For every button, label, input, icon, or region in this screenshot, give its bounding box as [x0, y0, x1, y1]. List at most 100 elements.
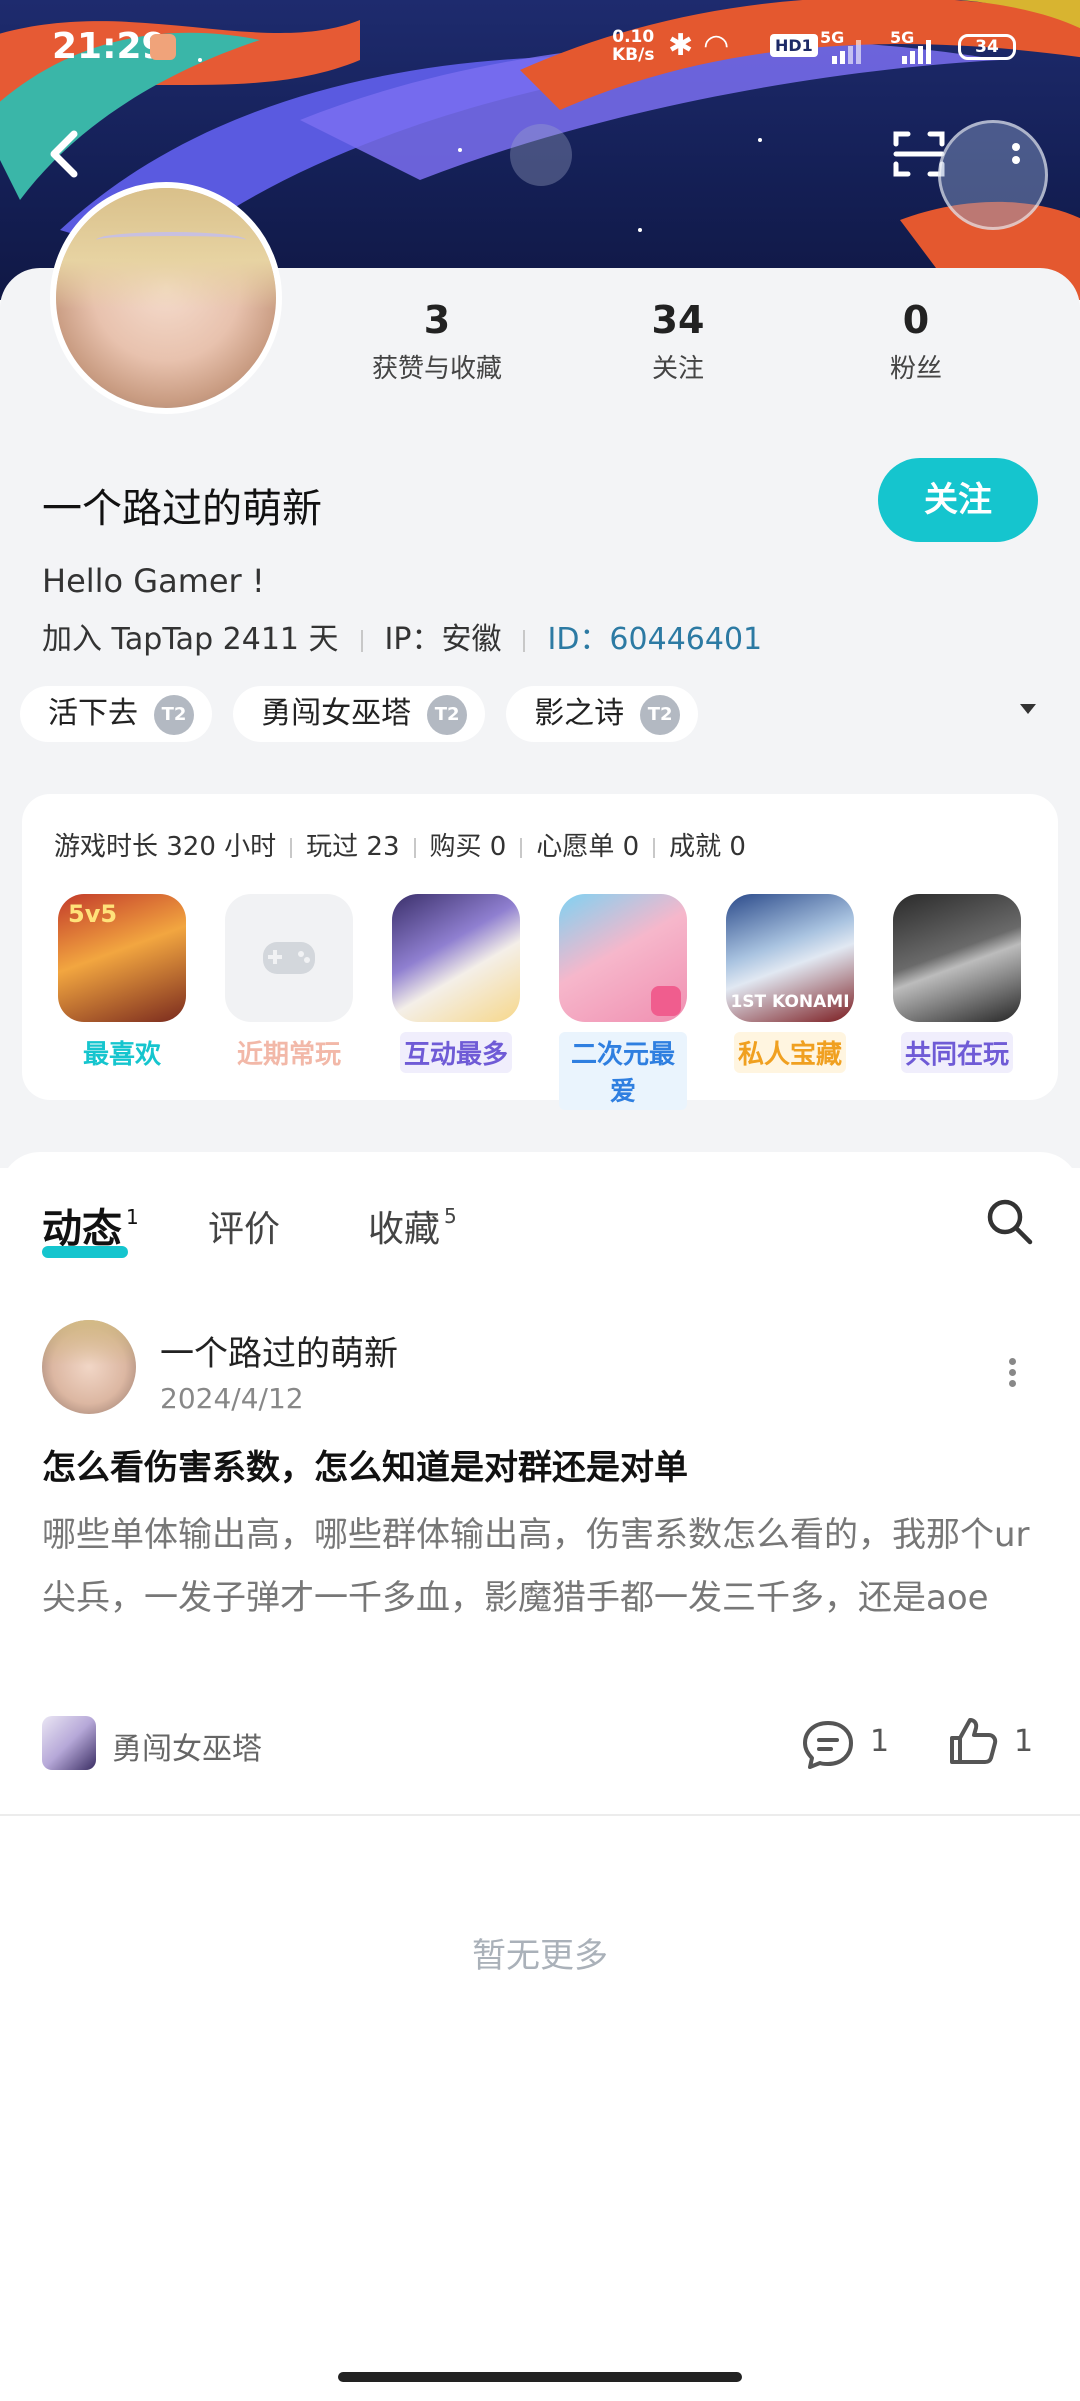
stat-followers-value: 0 [902, 298, 930, 342]
game-icon: 1ST KONAMI [726, 894, 854, 1022]
tab-posts-count: 1 [126, 1205, 139, 1229]
comment-icon [803, 1721, 853, 1769]
join-days: 加入 TapTap 2411 天 [42, 622, 339, 657]
no-more-label: 暂无更多 [472, 1936, 608, 1976]
game-label: 共同在玩 [900, 1032, 1013, 1073]
more-dot [1012, 156, 1020, 164]
tab-reviews[interactable]: 评价 [208, 1200, 280, 1252]
game-icon [225, 894, 353, 1022]
game-icon [392, 894, 520, 1022]
stat-likes[interactable]: 3 获赞与收藏 [337, 298, 537, 385]
post-author-avatar[interactable] [42, 1320, 136, 1414]
stat-following-value: 34 [651, 298, 705, 342]
network-speed: 0.10 KB/s [612, 28, 654, 64]
game-tag-label: 影之诗 [534, 696, 625, 731]
played-count[interactable]: 玩过 23 [306, 832, 399, 862]
taptap-level-icon: T2 [640, 694, 681, 735]
user-id[interactable]: ID：60446401 [547, 622, 762, 657]
like-count: 1 [1014, 1724, 1034, 1759]
status-bar: 21:29 0.10 KB/s ✱◠ HD1 5G 5G 34 [0, 0, 1080, 92]
expand-tags-icon[interactable] [1020, 704, 1036, 714]
avatar-hair [42, 1320, 136, 1366]
games-summary-card: 游戏时长 320 小时 玩过 23 购买 0 心愿单 0 成就 0 5v5 最喜欢 近期… [22, 794, 1058, 1110]
tab-collections-label: 收藏 [368, 1209, 441, 1250]
game-icon-text: 1ST KONAMI [730, 992, 850, 1012]
notification-icon [150, 34, 176, 60]
stat-followers[interactable]: 0 粉丝 [816, 298, 1016, 385]
gamepad-icon [263, 942, 315, 974]
more-dot [1008, 1369, 1016, 1376]
tab-collections[interactable]: 收藏 5 [368, 1200, 457, 1252]
thumbs-up-icon [950, 1718, 998, 1764]
game-anime[interactable]: 二次元最爱 [559, 894, 687, 1110]
game-treasure[interactable]: 1ST KONAMI 私人宝藏 [726, 894, 854, 1073]
game-label: 最喜欢 [82, 1040, 161, 1070]
more-dot [1008, 1380, 1016, 1387]
network-speed-unit: KB/s [612, 45, 655, 65]
game-favorite[interactable]: 5v5 最喜欢 [58, 894, 186, 1073]
tab-reviews-label: 评价 [208, 1209, 281, 1250]
game-icon-text: 5v5 [68, 900, 118, 928]
stat-following[interactable]: 34 关注 [578, 298, 778, 385]
game-tag[interactable]: 活下去 T2 [20, 686, 212, 742]
signal-icon [832, 40, 861, 64]
stat-following-label: 关注 [651, 354, 704, 384]
more-dot [1008, 1358, 1016, 1365]
meta-divider [523, 629, 526, 652]
ip-location: IP：安徽 [384, 622, 502, 657]
game-tag[interactable]: 影之诗 T2 [506, 686, 699, 742]
profile-meta: 加入 TapTap 2411 天 IP：安徽 ID：60446401 [42, 614, 762, 658]
stat-followers-label: 粉丝 [889, 354, 942, 384]
game-together[interactable]: 共同在玩 [893, 894, 1021, 1073]
play-time[interactable]: 游戏时长 320 小时 [54, 832, 276, 862]
post-body[interactable]: 哪些单体输出高，哪些群体输出高，伤害系数怎么看的，我那个ur尖兵，一发子弹才一千… [42, 1504, 1042, 1630]
battery-icon: 34 [958, 34, 1016, 60]
bilibili-badge-icon [651, 986, 681, 1016]
stats-divider [413, 837, 416, 858]
post-game-icon[interactable] [42, 1716, 96, 1770]
stat-likes-label: 获赞与收藏 [371, 354, 502, 384]
more-button[interactable] [1010, 138, 1022, 178]
game-tag-label: 勇闯女巫塔 [261, 696, 412, 731]
comment-count: 1 [870, 1724, 890, 1759]
back-button[interactable] [44, 126, 88, 182]
avatar[interactable] [50, 182, 282, 414]
avatar-tiara [96, 232, 246, 248]
game-label: 互动最多 [399, 1032, 512, 1073]
game-recent[interactable]: 近期常玩 [225, 894, 353, 1073]
wishlist-count[interactable]: 心愿单 0 [536, 832, 639, 862]
bluetooth-wifi-icons: ✱◠ [668, 28, 740, 63]
stats-divider [290, 837, 293, 858]
follow-button[interactable]: 关注 [878, 458, 1038, 542]
achievement-badge[interactable] [938, 120, 1048, 230]
post-more-button[interactable] [1006, 1354, 1018, 1390]
game-stats: 游戏时长 320 小时 玩过 23 购买 0 心愿单 0 成就 0 [54, 826, 746, 863]
bio: Hello Gamer ! [42, 562, 265, 600]
game-icon [893, 894, 1021, 1022]
signal-icon-2 [902, 40, 931, 64]
network-speed-value: 0.10 [612, 27, 655, 47]
battery-level: 34 [975, 37, 999, 57]
post-divider [0, 1814, 1080, 1816]
back-arrow-icon [50, 130, 78, 178]
comment-button[interactable] [800, 1718, 856, 1772]
game-tag[interactable]: 勇闯女巫塔 T2 [233, 686, 486, 742]
achievement-count[interactable]: 成就 0 [669, 832, 746, 862]
avatar-hair [56, 188, 276, 309]
game-tags: 活下去 T2 勇闯女巫塔 T2 影之诗 T2 [20, 686, 714, 742]
taptap-level-icon: T2 [427, 694, 468, 735]
meta-divider [360, 629, 363, 652]
post-author[interactable]: 一个路过的萌新 [160, 1326, 398, 1375]
home-indicator[interactable] [338, 2372, 742, 2382]
post-title[interactable]: 怎么看伤害系数，怎么知道是对群还是对单 [42, 1440, 1042, 1489]
post-game-name[interactable]: 勇闯女巫塔 [112, 1724, 262, 1768]
purchase-count[interactable]: 购买 0 [430, 832, 507, 862]
game-interaction[interactable]: 互动最多 [392, 894, 520, 1073]
stats-divider [653, 837, 656, 858]
game-label: 二次元最爱 [559, 1032, 687, 1110]
game-icon [559, 894, 687, 1022]
stat-likes-value: 3 [423, 298, 451, 342]
search-button[interactable] [984, 1196, 1034, 1246]
game-tag-label: 活下去 [48, 696, 138, 731]
like-button[interactable] [946, 1714, 1000, 1768]
